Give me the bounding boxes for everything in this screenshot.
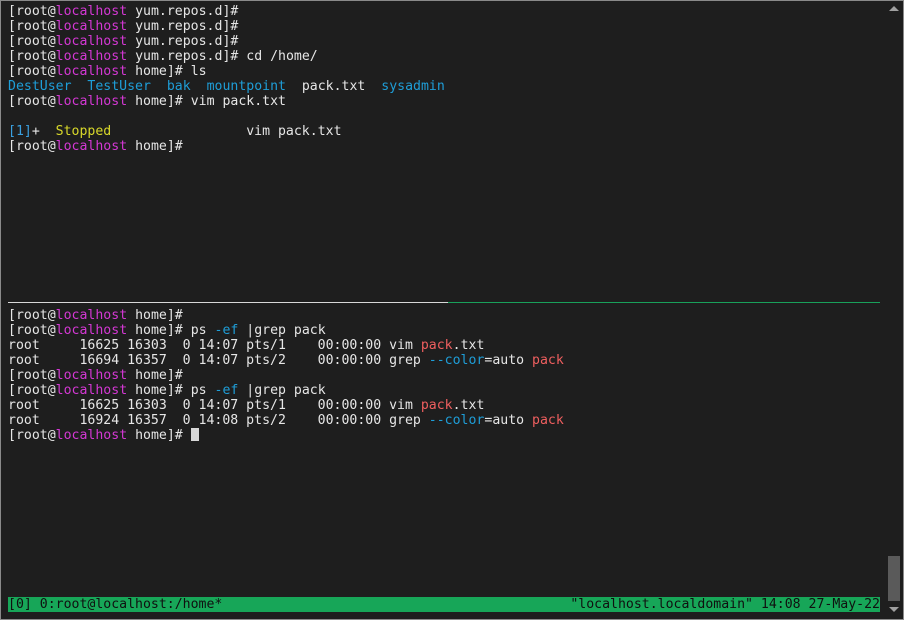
status-right: "localhost.localdomain" 14:08 27-May-22 [570, 597, 880, 612]
job-status-line: [1]+ Stopped vim pack.txt [8, 124, 342, 139]
text-cursor [190, 428, 199, 441]
pane-divider[interactable] [8, 302, 880, 303]
prompt-line: [root@localhost home]# [8, 139, 183, 154]
active-prompt-line[interactable]: [root@localhost home]# [8, 428, 888, 443]
prompt-line: [root@localhost home]# [8, 308, 183, 323]
dir-entry: bak [166, 79, 191, 94]
vertical-scrollbar[interactable] [887, 1, 902, 617]
prompt-line: [root@localhost home]# ps -ef |grep pack [8, 323, 326, 338]
dir-entry: TestUser [87, 79, 151, 94]
file-entry: pack.txt [301, 79, 366, 94]
scroll-up-arrow-icon[interactable] [889, 6, 899, 11]
job-state: Stopped [55, 124, 112, 139]
prompt-line: [root@localhost home]# vim pack.txt [8, 94, 286, 109]
window-list[interactable]: [0] 0:root@localhost:/home* [8, 597, 222, 612]
terminal-window: [root@localhost yum.repos.d]# [root@loca… [0, 0, 904, 620]
terminal-output[interactable]: [root@localhost yum.repos.d]# [root@loca… [8, 4, 888, 604]
tmux-status-bar: [0] 0:root@localhost:/home* "localhost.l… [8, 597, 880, 612]
pane-divider-active [448, 302, 880, 303]
prompt-line: [root@localhost yum.repos.d]# cd /home/ [8, 49, 318, 64]
scroll-down-arrow-icon[interactable] [889, 607, 899, 612]
prompt-line: [root@localhost home]# ps -ef |grep pack [8, 383, 326, 398]
prompt-line: [root@localhost home]# [8, 368, 183, 383]
ps-row: root 16625 16303 0 14:07 pts/1 00:00:00 … [8, 398, 485, 413]
dir-entry: sysadmin [381, 79, 445, 94]
ls-output: DestUser TestUser bak mountpoint pack.tx… [8, 79, 888, 94]
prompt-line: [root@localhost home]# ls [8, 64, 207, 79]
dir-entry: mountpoint [206, 79, 286, 94]
prompt-line: [root@localhost yum.repos.d]# [8, 4, 239, 19]
top-pane-empty-area [8, 154, 888, 308]
scrollbar-thumb[interactable] [888, 556, 900, 601]
pane-divider-inactive [8, 302, 448, 303]
prompt-line: [root@localhost yum.repos.d]# [8, 19, 239, 34]
ps-row: root 16694 16357 0 14:07 pts/2 00:00:00 … [8, 353, 564, 368]
dir-entry: DestUser [8, 79, 72, 94]
prompt-line: [root@localhost yum.repos.d]# [8, 34, 239, 49]
ps-row: root 16924 16357 0 14:08 pts/2 00:00:00 … [8, 413, 564, 428]
ps-row: root 16625 16303 0 14:07 pts/1 00:00:00 … [8, 338, 485, 353]
